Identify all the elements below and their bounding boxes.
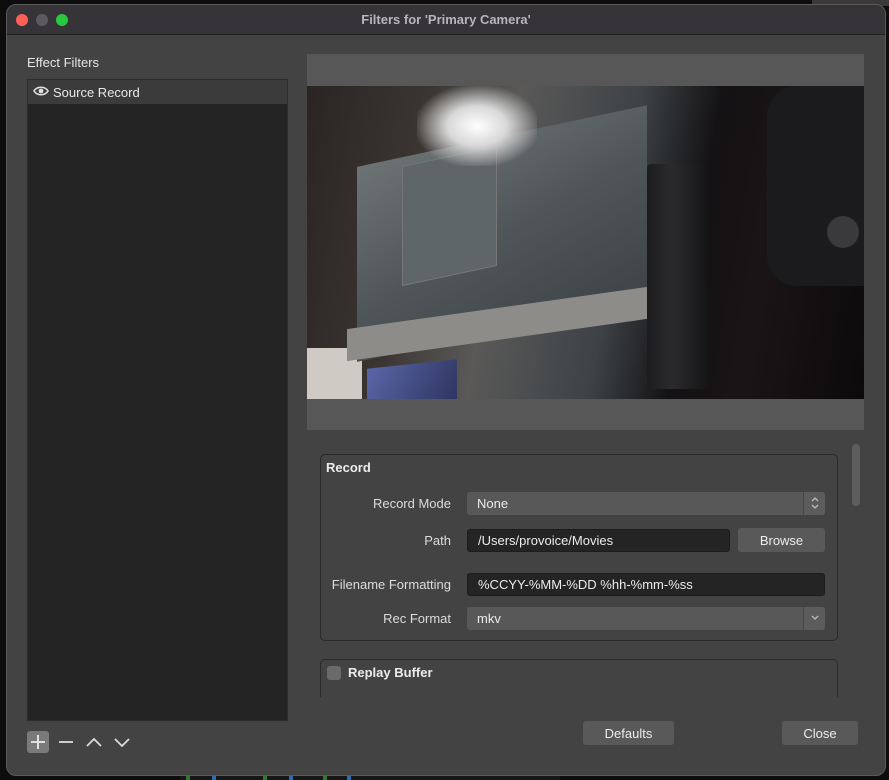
record-group-title: Record xyxy=(326,460,371,475)
filter-item-source-record[interactable]: Source Record xyxy=(28,80,287,104)
remove-filter-button[interactable] xyxy=(55,731,77,753)
defaults-button[interactable]: Defaults xyxy=(583,721,674,745)
window-title: Filters for 'Primary Camera' xyxy=(361,12,531,27)
close-window-button[interactable] xyxy=(16,14,28,26)
record-group: Record Record Mode None Path /Users/prov… xyxy=(320,454,838,641)
camera-preview-image xyxy=(307,86,864,399)
record-mode-label: Record Mode xyxy=(372,495,451,511)
preview-mic-knob xyxy=(827,216,859,248)
filename-formatting-row: Filename Formatting %CCYY-%MM-%DD %hh-%m… xyxy=(321,572,837,596)
rec-format-select[interactable]: mkv xyxy=(467,606,825,630)
rec-format-label: Rec Format xyxy=(383,610,451,626)
preview-light-glare xyxy=(417,86,537,166)
path-row: Path /Users/provoice/Movies Browse xyxy=(321,528,837,552)
add-filter-button[interactable] xyxy=(27,731,49,753)
filter-item-label: Source Record xyxy=(53,84,140,100)
chevron-down-icon xyxy=(114,738,130,748)
effect-filters-list[interactable]: Source Record xyxy=(27,79,288,721)
chevron-down-icon[interactable] xyxy=(803,606,825,630)
preview-acoustic-panel xyxy=(767,86,864,286)
properties-scrollbar-thumb[interactable] xyxy=(852,444,860,506)
minus-icon xyxy=(59,741,73,743)
move-filter-down-button[interactable] xyxy=(111,731,133,753)
filter-list-toolbar xyxy=(27,731,133,753)
filename-formatting-label: Filename Formatting xyxy=(331,576,451,592)
record-mode-value: None xyxy=(477,495,509,511)
chevron-up-icon xyxy=(86,737,102,747)
move-filter-up-button[interactable] xyxy=(83,731,105,753)
title-bar[interactable]: Filters for 'Primary Camera' xyxy=(7,5,885,35)
replay-buffer-label[interactable]: Replay Buffer xyxy=(348,665,433,680)
close-button[interactable]: Close xyxy=(782,721,858,745)
zoom-window-button[interactable] xyxy=(56,14,68,26)
plus-icon xyxy=(31,735,45,749)
source-preview xyxy=(307,54,864,430)
browse-button[interactable]: Browse xyxy=(738,528,825,552)
filename-formatting-input[interactable]: %CCYY-%MM-%DD %hh-%mm-%ss xyxy=(467,572,825,596)
eye-icon[interactable] xyxy=(33,85,53,100)
record-mode-select[interactable]: None xyxy=(467,491,825,515)
properties-scrollbar[interactable] xyxy=(849,444,861,714)
path-input[interactable]: /Users/provoice/Movies xyxy=(467,528,730,552)
rec-format-value: mkv xyxy=(477,610,501,626)
minimize-window-button[interactable] xyxy=(36,14,48,26)
preview-hard-drive xyxy=(647,164,709,389)
effect-filters-heading: Effect Filters xyxy=(27,55,100,70)
replay-buffer-checkbox[interactable] xyxy=(327,666,341,680)
record-mode-row: Record Mode None xyxy=(321,491,837,515)
window-controls xyxy=(16,14,68,26)
replay-buffer-group: Replay Buffer xyxy=(320,659,838,697)
rec-format-row: Rec Format mkv xyxy=(321,606,837,630)
up-down-chevron-icon[interactable] xyxy=(803,491,825,515)
preview-monitor-window xyxy=(402,145,497,287)
path-label: Path xyxy=(424,532,451,548)
filters-dialog: Filters for 'Primary Camera' Effect Filt… xyxy=(6,4,886,776)
preview-laptop xyxy=(367,359,457,399)
